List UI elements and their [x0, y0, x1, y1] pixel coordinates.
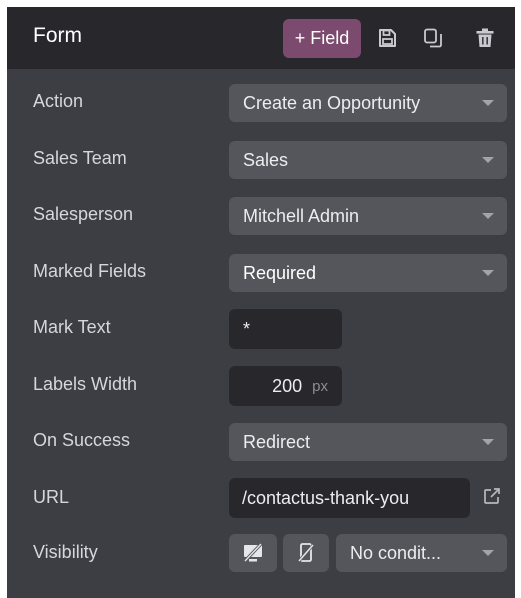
sales-team-select[interactable]: Sales	[229, 141, 507, 179]
add-field-button[interactable]: + Field	[283, 19, 361, 58]
marked-fields-select-value: Required	[243, 262, 317, 283]
on-success-label: On Success	[33, 430, 131, 450]
chevron-down-icon	[482, 213, 494, 219]
form-options-panel: Form + Field Action Create an Opportunit…	[7, 7, 515, 598]
chevron-down-icon	[482, 157, 494, 163]
labels-width-label: Labels Width	[33, 374, 138, 394]
action-label: Action	[33, 91, 84, 111]
on-success-select-value: Redirect	[243, 431, 311, 452]
chevron-down-icon	[482, 439, 494, 445]
marked-fields-select[interactable]: Required	[229, 254, 507, 292]
trash-icon[interactable]	[474, 27, 496, 49]
mark-text-value: *	[243, 318, 251, 339]
save-icon[interactable]	[376, 27, 398, 49]
labels-width-value: 200	[272, 375, 303, 396]
panel-header: Form + Field	[7, 7, 515, 69]
on-success-select[interactable]: Redirect	[229, 423, 507, 461]
chevron-down-icon	[482, 550, 494, 556]
labels-width-unit: px	[312, 377, 328, 395]
external-link-icon[interactable]	[482, 486, 502, 506]
sales-team-label: Sales Team	[33, 148, 127, 168]
visibility-label: Visibility	[33, 542, 98, 562]
desktop-hidden-icon	[241, 542, 265, 564]
mark-text-input[interactable]: *	[229, 309, 342, 349]
action-select-value: Create an Opportunity	[243, 92, 421, 113]
salesperson-select[interactable]: Mitchell Admin	[229, 197, 507, 235]
action-select[interactable]: Create an Opportunity	[229, 84, 507, 122]
labels-width-input[interactable]: 200 px	[229, 366, 342, 406]
salesperson-select-value: Mitchell Admin	[243, 205, 360, 226]
chevron-down-icon	[482, 270, 494, 276]
panel-title: Form	[33, 24, 82, 47]
mobile-hidden-icon	[296, 542, 316, 564]
chevron-down-icon	[482, 100, 494, 106]
hide-on-mobile-button[interactable]	[283, 534, 329, 572]
sales-team-select-value: Sales	[243, 149, 289, 170]
salesperson-label: Salesperson	[33, 204, 134, 224]
marked-fields-label: Marked Fields	[33, 261, 147, 281]
mark-text-label: Mark Text	[33, 317, 111, 337]
duplicate-icon[interactable]	[422, 27, 444, 49]
visibility-select-value: No condit...	[350, 542, 442, 563]
url-value: /contactus-thank-you	[242, 487, 410, 508]
url-input[interactable]: /contactus-thank-you	[229, 478, 470, 518]
visibility-condition-select[interactable]: No condit...	[336, 534, 507, 572]
url-label: URL	[33, 487, 70, 507]
hide-on-desktop-button[interactable]	[229, 534, 277, 572]
